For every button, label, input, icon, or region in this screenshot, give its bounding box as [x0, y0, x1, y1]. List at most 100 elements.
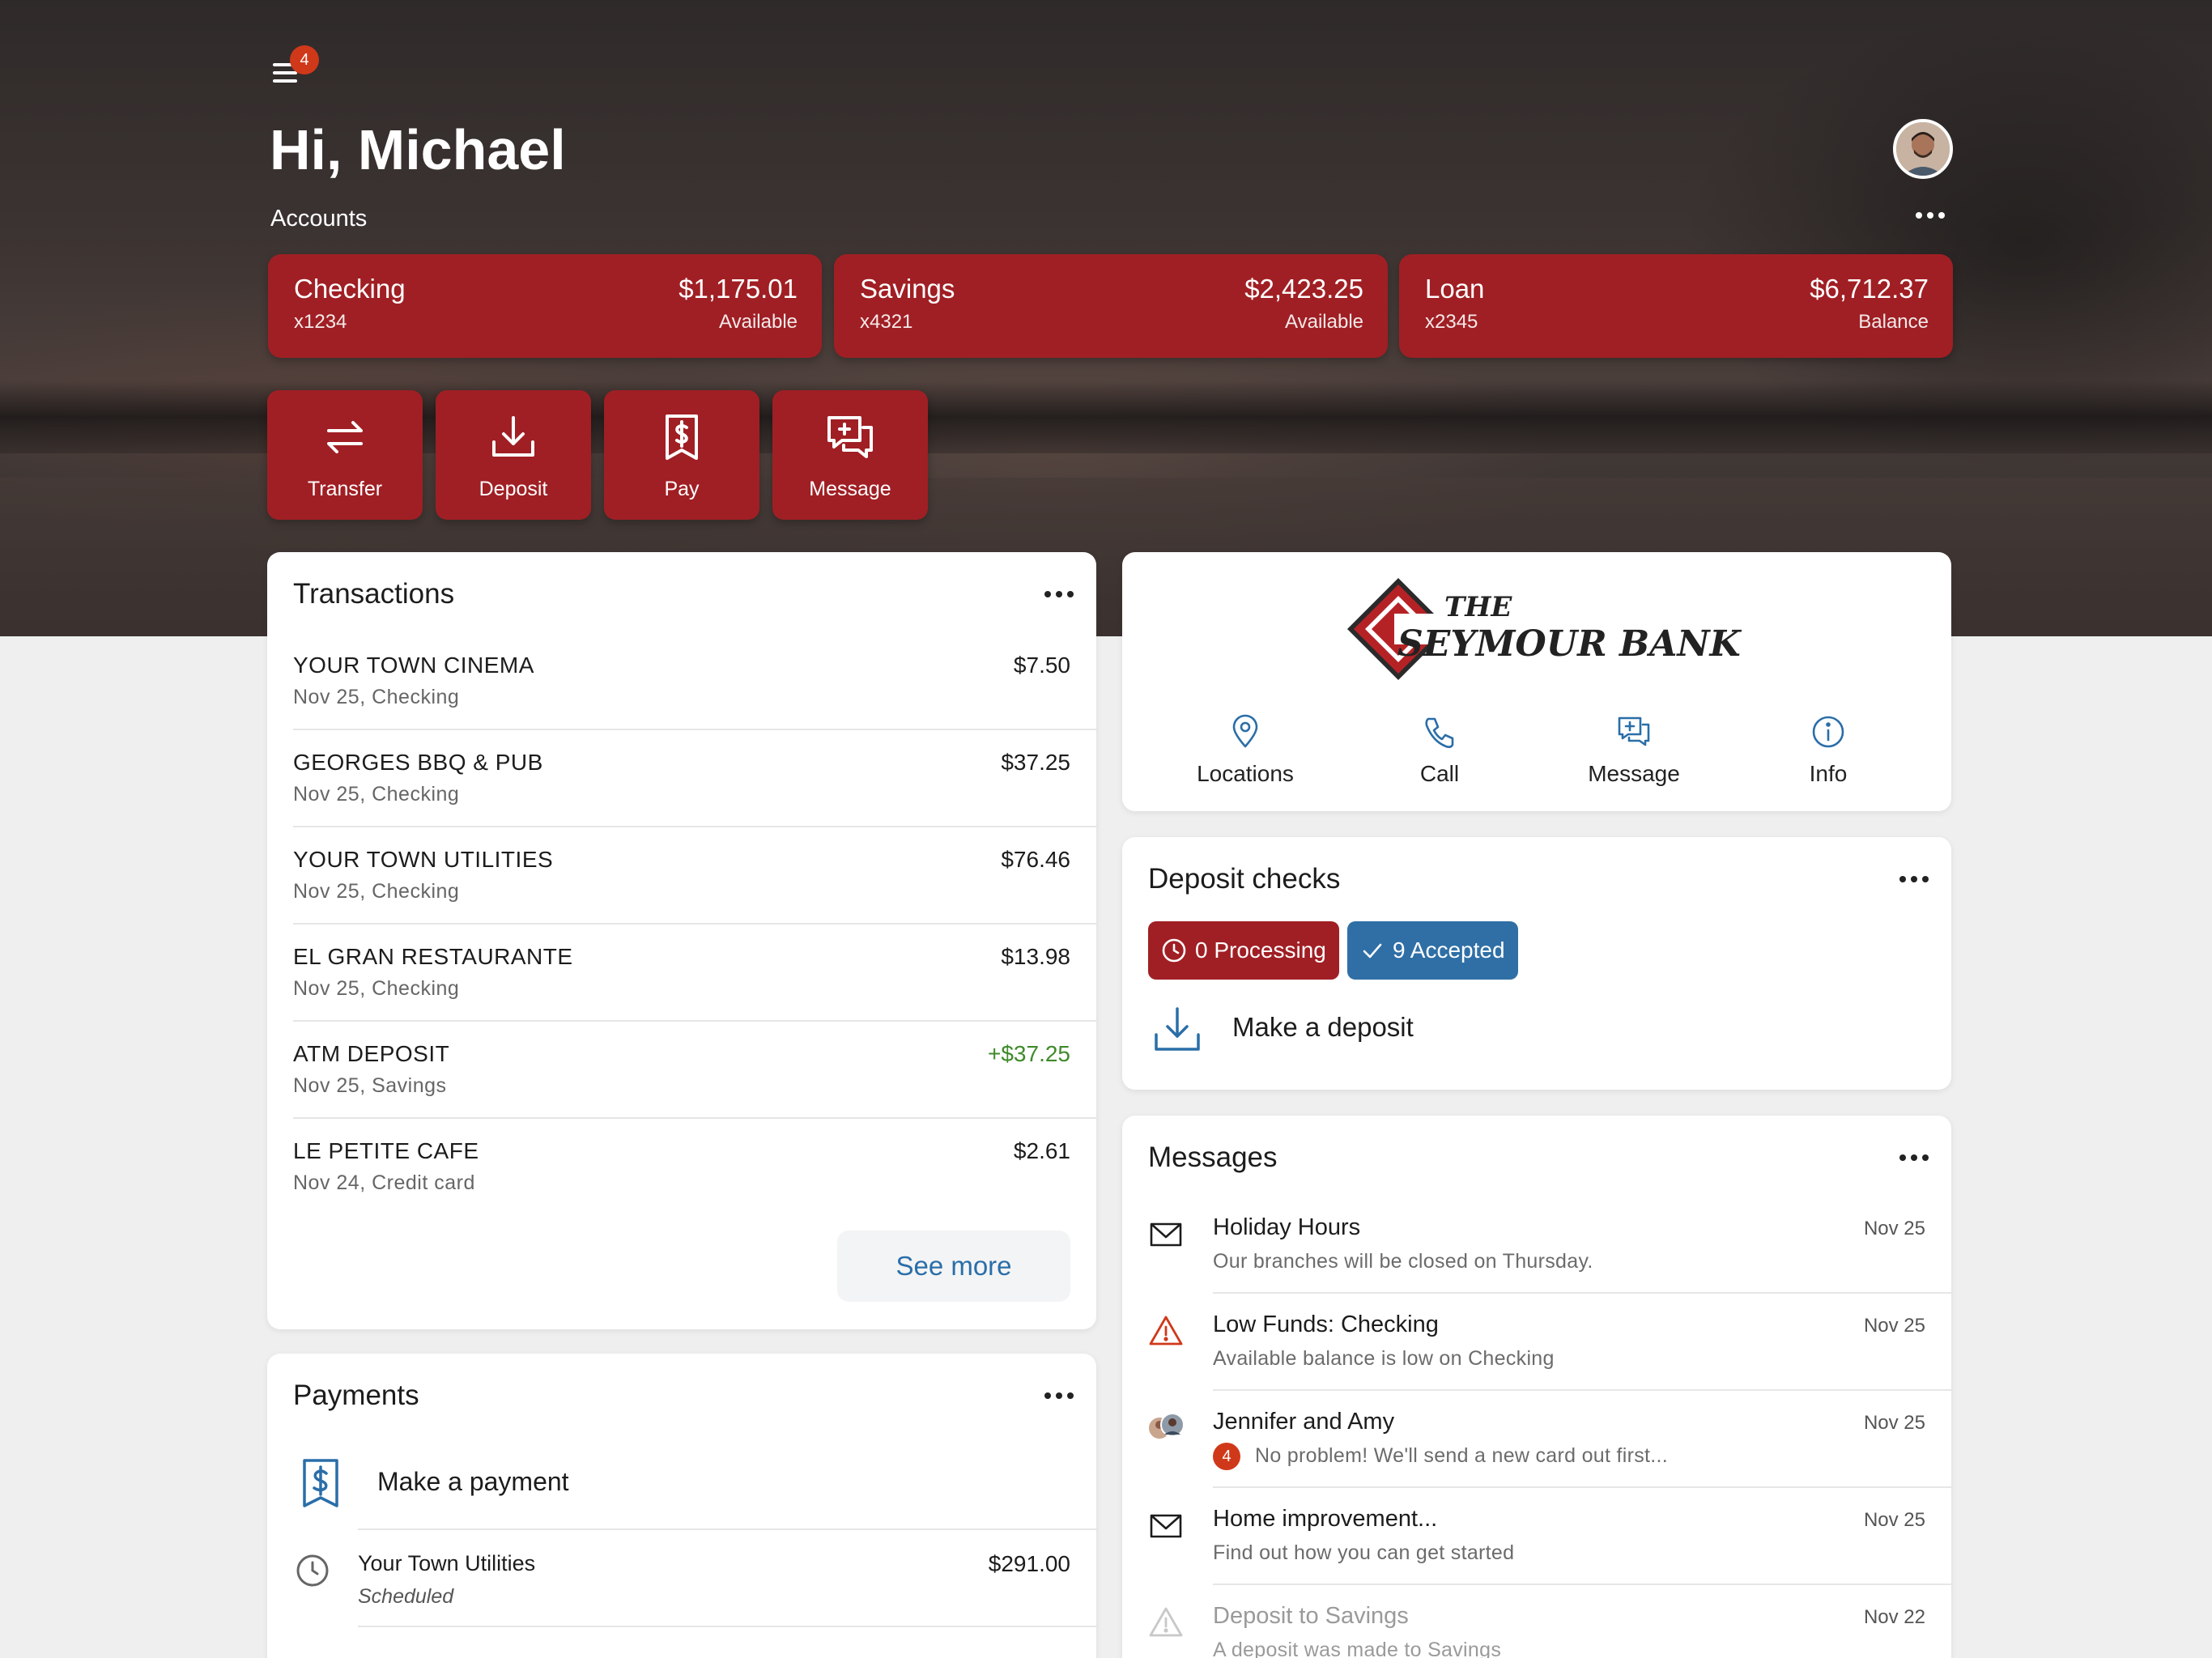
deposit-icon [1155, 1007, 1200, 1051]
locations-button[interactable]: Locations [1164, 714, 1326, 787]
message-title: Deposit to Savings [1213, 1603, 1409, 1629]
account-number: x2345 [1425, 311, 1478, 333]
see-more-button[interactable]: See more [837, 1231, 1070, 1302]
transaction-detail: Nov 25, Checking [293, 977, 460, 1000]
bank-message-button[interactable]: Message [1553, 714, 1715, 787]
payment-row[interactable]: Your Town Utilities Scheduled $291.00 [267, 1530, 1096, 1627]
transaction-detail: Nov 24, Credit card [293, 1171, 475, 1194]
transaction-amount: $7.50 [1013, 653, 1070, 678]
transfer-label: Transfer [307, 478, 383, 500]
deposit-label: Deposit [479, 478, 548, 500]
envelope-icon [1150, 1222, 1182, 1247]
info-button[interactable]: Info [1747, 714, 1909, 787]
pay-label: Pay [664, 478, 700, 500]
messages-card: Messages Holiday Hours Our branches will… [1122, 1116, 1951, 1658]
account-card-checking[interactable]: Checking x1234 $1,175.01 Available [268, 254, 822, 358]
make-payment-row[interactable]: Make a payment [267, 1435, 1096, 1530]
transfer-button[interactable]: Transfer [267, 390, 423, 520]
transaction-row[interactable]: YOUR TOWN CINEMA Nov 25, Checking $7.50 [267, 633, 1096, 730]
transaction-detail: Nov 25, Savings [293, 1074, 447, 1097]
account-amount-label: Available [1285, 311, 1363, 333]
transaction-row[interactable]: ATM DEPOSIT Nov 25, Savings +$37.25 [267, 1022, 1096, 1119]
message-date: Nov 22 [1863, 1606, 1925, 1628]
transaction-amount: $2.61 [1013, 1138, 1070, 1163]
message-row[interactable]: Low Funds: Checking Available balance is… [1122, 1294, 1951, 1391]
bank-logo-line2: SEYMOUR BANK [1397, 623, 1741, 665]
account-card-loan[interactable]: Loan x2345 $6,712.37 Balance [1399, 254, 1953, 358]
account-amount: $1,175.01 [678, 274, 798, 304]
envelope-icon [1150, 1514, 1182, 1538]
transaction-merchant: YOUR TOWN UTILITIES [293, 847, 554, 872]
message-snippet: No problem! We'll send a new card out fi… [1255, 1444, 1668, 1467]
warning-icon [1149, 1607, 1183, 1637]
transaction-row[interactable]: GEORGES BBQ & PUB Nov 25, Checking $37.2… [267, 730, 1096, 827]
message-button[interactable]: Message [772, 390, 928, 520]
accounts-label: Accounts [270, 206, 368, 232]
call-button[interactable]: Call [1359, 714, 1521, 787]
profile-avatar-icon [1896, 122, 1950, 176]
messages-title: Messages [1148, 1141, 1278, 1173]
transaction-row[interactable]: YOUR TOWN UTILITIES Nov 25, Checking $76… [267, 827, 1096, 925]
message-title: Jennifer and Amy [1213, 1409, 1395, 1435]
transaction-amount: $13.98 [1001, 944, 1070, 969]
message-row[interactable]: Holiday Hours Our branches will be close… [1122, 1197, 1951, 1294]
account-amount-label: Available [719, 311, 798, 333]
transactions-card: Transactions YOUR TOWN CINEMA Nov 25, Ch… [267, 552, 1096, 1329]
transaction-merchant: ATM DEPOSIT [293, 1041, 450, 1066]
account-number: x1234 [294, 311, 347, 333]
transaction-detail: Nov 25, Checking [293, 686, 460, 708]
payment-amount: $291.00 [988, 1551, 1070, 1576]
transaction-merchant: EL GRAN RESTAURANTE [293, 944, 573, 969]
message-date: Nov 25 [1863, 1218, 1925, 1239]
message-row[interactable]: Jennifer and Amy 4 No problem! We'll sen… [1122, 1391, 1951, 1488]
message-date: Nov 25 [1863, 1315, 1925, 1337]
divider [358, 1626, 1096, 1627]
message-title: Holiday Hours [1213, 1214, 1361, 1240]
message-snippet: Our branches will be closed on Thursday. [1213, 1250, 1593, 1273]
pay-button[interactable]: Pay [604, 390, 759, 520]
phone-icon [1425, 717, 1454, 748]
transaction-detail: Nov 25, Checking [293, 880, 460, 903]
deposit-button[interactable]: Deposit [436, 390, 591, 520]
account-number: x4321 [860, 311, 913, 333]
deposit-checks-title: Deposit checks [1148, 863, 1341, 895]
account-amount: $2,423.25 [1244, 274, 1363, 304]
greeting: Hi, Michael [270, 118, 566, 181]
message-snippet: Available balance is low on Checking [1213, 1347, 1555, 1370]
transactions-more-button[interactable] [1044, 591, 1074, 597]
transaction-row[interactable]: EL GRAN RESTAURANTE Nov 25, Checking $13… [267, 925, 1096, 1022]
message-row[interactable]: Home improvement... Find out how you can… [1122, 1488, 1951, 1585]
make-deposit-label: Make a deposit [1232, 1012, 1414, 1042]
transaction-merchant: LE PETITE CAFE [293, 1138, 479, 1163]
payments-more-button[interactable] [1044, 1392, 1074, 1399]
transaction-detail: Nov 25, Checking [293, 783, 460, 806]
profile-avatar[interactable] [1893, 119, 1953, 179]
message-snippet: Find out how you can get started [1213, 1541, 1515, 1564]
messages-more-button[interactable] [1899, 1154, 1929, 1161]
call-label: Call [1419, 761, 1460, 786]
accepted-label: 9 Accepted [1393, 937, 1505, 963]
make-deposit-row[interactable]: Make a deposit [1122, 996, 1951, 1073]
transaction-merchant: YOUR TOWN CINEMA [293, 653, 534, 678]
accepted-filter[interactable]: 9 Accepted [1347, 921, 1518, 980]
deposit-checks-card: Deposit checks 0 Processing 9 Accepted M… [1122, 837, 1951, 1090]
transaction-row[interactable]: LE PETITE CAFE Nov 24, Credit card $2.61 [267, 1119, 1096, 1216]
deposit-checks-more-button[interactable] [1899, 876, 1929, 882]
message-date: Nov 25 [1863, 1412, 1925, 1434]
bank-card: THE SEYMOUR BANK Locations Call Message … [1122, 552, 1951, 811]
bank-logo: THE SEYMOUR BANK [1346, 576, 1741, 682]
message-row[interactable]: Deposit to Savings A deposit was made to… [1122, 1585, 1951, 1658]
transaction-amount: $76.46 [1001, 847, 1070, 872]
menu-icon-bar [273, 79, 297, 83]
processing-filter[interactable]: 0 Processing [1148, 921, 1339, 980]
transactions-title: Transactions [293, 578, 455, 610]
info-label: Info [1809, 761, 1848, 786]
account-card-savings[interactable]: Savings x4321 $2,423.25 Available [834, 254, 1388, 358]
accounts-more-button[interactable] [1916, 212, 1945, 219]
info-icon [1812, 716, 1844, 748]
message-title: Low Funds: Checking [1213, 1312, 1439, 1337]
bank-message-label: Message [1588, 761, 1680, 786]
account-amount: $6,712.37 [1810, 274, 1929, 304]
account-name: Savings [860, 274, 955, 304]
menu-notification-badge: 4 [290, 45, 319, 74]
